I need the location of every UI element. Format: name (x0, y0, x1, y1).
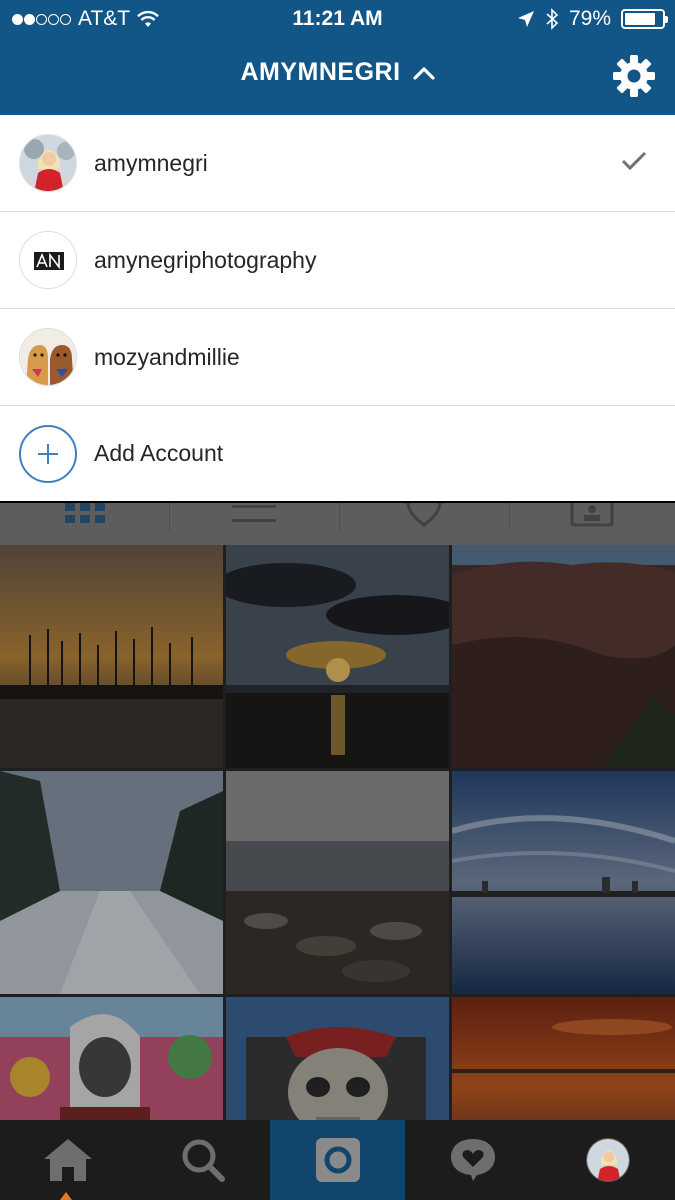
location-pin-icon (406, 503, 442, 527)
account-item-amynegriphotography[interactable]: amynegriphotography (0, 212, 675, 309)
checkmark-icon (621, 151, 647, 171)
status-bar: AT&T 11:21 AM 79% (0, 0, 675, 38)
photo-tile-orange-sunset-sea[interactable] (452, 997, 675, 1120)
grid-view-tab[interactable] (0, 503, 168, 545)
avatar (19, 231, 77, 289)
account-name: amynegriphotography (94, 246, 317, 273)
photo-tile-pirate-skull[interactable] (226, 997, 449, 1120)
status-right: 79% (517, 7, 668, 31)
camera-icon (315, 1138, 360, 1182)
profile-view-tabs (0, 503, 675, 545)
chevron-up-icon (412, 66, 435, 80)
account-name: amymnegri (94, 149, 208, 176)
activity-icon (450, 1139, 495, 1181)
profile-avatar-icon (585, 1138, 630, 1182)
home-icon (43, 1139, 92, 1181)
bluetooth-icon (546, 8, 559, 30)
tagged-photos-icon (570, 503, 614, 527)
tab-activity[interactable] (405, 1120, 540, 1200)
an-logo-icon (20, 232, 76, 288)
account-list: amymnegri amynegriphotography mozyandmil… (0, 115, 675, 501)
settings-button[interactable] (613, 55, 655, 97)
tab-profile[interactable] (540, 1120, 675, 1200)
grid-view-icon (65, 503, 105, 523)
photo-tile-harbor-sunset[interactable] (0, 545, 223, 768)
account-item-mozyandmillie[interactable]: mozyandmillie (0, 309, 675, 406)
search-icon (182, 1139, 225, 1182)
photo-tile-clown-figure[interactable] (0, 997, 223, 1120)
photo-tile-lake-sunset-clouds[interactable] (226, 545, 449, 768)
battery-icon (621, 9, 668, 29)
photo-tile-rocky-shore[interactable] (226, 771, 449, 994)
list-view-tab[interactable] (170, 503, 338, 545)
account-switcher-toggle[interactable]: AMYMNEGRI (0, 58, 675, 87)
tab-camera[interactable] (270, 1120, 405, 1200)
account-item-amymnegri[interactable]: amymnegri (0, 115, 675, 212)
avatar (19, 328, 77, 386)
avatar (19, 134, 77, 192)
photo-grid (0, 545, 675, 1120)
tagged-tab[interactable] (510, 503, 675, 545)
photo-tile-snowy-forest-road[interactable] (0, 771, 223, 994)
account-name: mozyandmillie (94, 343, 240, 370)
notification-indicator-icon (60, 1192, 72, 1200)
username-title: AMYMNEGRI (240, 58, 401, 86)
plus-icon (19, 424, 77, 483)
location-arrow-icon (517, 11, 534, 27)
dogs-photo-icon (20, 329, 76, 385)
bottom-tab-bar (0, 1120, 675, 1200)
gear-icon (613, 55, 655, 97)
add-account-label: Add Account (94, 440, 224, 466)
list-view-icon (232, 505, 276, 522)
tab-search[interactable] (135, 1120, 270, 1200)
location-tab[interactable] (340, 503, 508, 545)
tab-home[interactable] (0, 1120, 135, 1200)
header: AT&T 11:21 AM 79% AMYMNEGRI (0, 0, 675, 115)
add-account-button[interactable]: Add Account (0, 406, 675, 501)
battery-percent: 79% (568, 7, 611, 30)
photo-tile-red-rock-canyon[interactable] (452, 545, 675, 768)
photo-tile-city-skyline-reflection[interactable] (452, 771, 675, 994)
